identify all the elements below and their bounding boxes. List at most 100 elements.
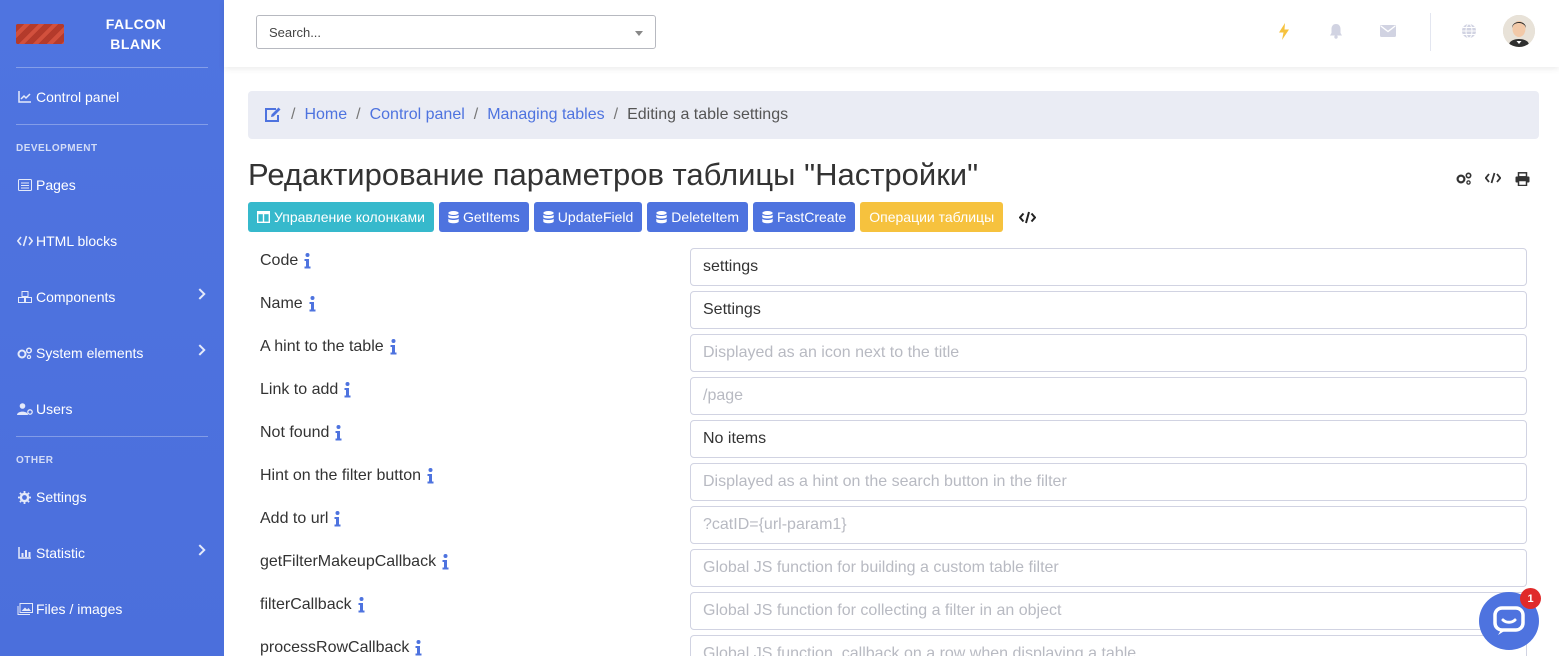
sidebar-divider bbox=[16, 124, 208, 125]
chevron-right-icon bbox=[194, 288, 206, 300]
form-row-filter-makeup: getFilterMakeupCallback Global JS functi… bbox=[248, 549, 1527, 587]
delete-item-button[interactable]: DeleteItem bbox=[647, 202, 748, 232]
label-text: getFilterMakeupCallback bbox=[260, 553, 437, 570]
breadcrumb-separator: / bbox=[356, 106, 361, 123]
sidebar-item-label: Statistic bbox=[36, 545, 86, 561]
brand[interactable]: FALCON BLANK bbox=[0, 0, 224, 67]
database-icon bbox=[543, 210, 554, 224]
hint-input[interactable]: Displayed as an icon next to the title bbox=[690, 334, 1527, 372]
search-select[interactable]: Search... bbox=[256, 15, 656, 49]
user-cog-icon bbox=[16, 402, 33, 416]
field-label: processRowCallback bbox=[260, 639, 422, 656]
label-text: Hint on the filter button bbox=[260, 467, 421, 484]
breadcrumb-separator: / bbox=[291, 106, 296, 123]
columns-button[interactable]: Управление колонками bbox=[248, 202, 434, 232]
sidebar-item-users[interactable]: Users bbox=[16, 398, 208, 420]
sidebar-item-control-panel[interactable]: Control panel bbox=[16, 86, 208, 108]
form-row-add-url: Add to url ?catID={url-param1} bbox=[248, 506, 1527, 544]
sidebar-item-pages[interactable]: Pages bbox=[16, 174, 208, 196]
topbar: Search... bbox=[224, 0, 1559, 67]
form-row-code: Code settings bbox=[248, 248, 1527, 286]
label-text: filterCallback bbox=[260, 596, 352, 613]
fast-create-button[interactable]: FastCreate bbox=[753, 202, 856, 232]
images-icon bbox=[16, 602, 33, 616]
cogs-icon bbox=[16, 346, 33, 360]
sidebar-item-label: Settings bbox=[36, 489, 87, 505]
sidebar-item-label: Users bbox=[36, 401, 73, 417]
field-label: getFilterMakeupCallback bbox=[260, 553, 449, 571]
field-label: A hint to the table bbox=[260, 338, 397, 356]
edit-icon bbox=[264, 107, 282, 123]
info-icon[interactable] bbox=[309, 296, 316, 312]
bar-chart-icon bbox=[16, 546, 33, 560]
sidebar-item-settings[interactable]: Settings bbox=[16, 486, 208, 508]
brand-line-2: BLANK bbox=[110, 36, 162, 52]
breadcrumb-current: Editing a table settings bbox=[627, 106, 789, 123]
field-label: Not found bbox=[260, 424, 342, 442]
info-icon[interactable] bbox=[344, 382, 351, 398]
sidebar-item-label: Components bbox=[36, 289, 116, 305]
title-toolbar bbox=[1455, 172, 1531, 190]
update-field-button[interactable]: UpdateField bbox=[533, 202, 643, 232]
bell-icon[interactable] bbox=[1327, 22, 1345, 40]
action-buttons: Управление колонками GetItems UpdateFiel… bbox=[248, 202, 1038, 232]
breadcrumb-separator: / bbox=[613, 106, 619, 123]
code-input[interactable]: settings bbox=[690, 248, 1527, 286]
topbar-divider bbox=[1430, 13, 1431, 51]
breadcrumb-control-panel-link[interactable]: Control panel bbox=[370, 106, 465, 124]
name-input[interactable]: Settings bbox=[690, 291, 1527, 329]
sidebar-heading-other: OTHER bbox=[16, 455, 54, 466]
print-icon[interactable] bbox=[1513, 172, 1531, 190]
bolt-icon[interactable] bbox=[1275, 22, 1293, 40]
sidebar-heading-development: DEVELOPMENT bbox=[16, 143, 98, 154]
table-operations-button[interactable]: Операции таблицы bbox=[860, 202, 1004, 232]
breadcrumb-managing-tables-link[interactable]: Managing tables bbox=[487, 106, 604, 124]
envelope-icon[interactable] bbox=[1379, 22, 1397, 40]
sidebar-item-html-blocks[interactable]: HTML blocks bbox=[16, 230, 208, 252]
info-icon[interactable] bbox=[427, 468, 434, 484]
add-url-input[interactable]: ?catID={url-param1} bbox=[690, 506, 1527, 544]
database-icon bbox=[448, 210, 459, 224]
chat-icon bbox=[1493, 606, 1525, 636]
filter-makeup-input[interactable]: Global JS function for building a custom… bbox=[690, 549, 1527, 587]
link-to-add-input[interactable]: /page bbox=[690, 377, 1527, 415]
info-icon[interactable] bbox=[304, 253, 311, 269]
label-text: Name bbox=[260, 295, 303, 312]
info-icon[interactable] bbox=[442, 554, 449, 570]
info-icon[interactable] bbox=[390, 339, 397, 355]
code-icon[interactable] bbox=[1484, 172, 1502, 190]
field-label: Link to add bbox=[260, 381, 351, 399]
sidebar: FALCON BLANK Control panel DEVELOPMENT P… bbox=[0, 0, 224, 656]
brand-name: FALCON BLANK bbox=[100, 14, 172, 54]
info-icon[interactable] bbox=[334, 511, 341, 527]
filter-callback-input[interactable]: Global JS function for collecting a filt… bbox=[690, 592, 1527, 630]
globe-icon[interactable] bbox=[1460, 22, 1478, 40]
info-icon[interactable] bbox=[358, 597, 365, 613]
code-icon[interactable] bbox=[1016, 202, 1038, 232]
process-row-input[interactable]: Global JS function, callback on a row wh… bbox=[690, 635, 1527, 656]
get-items-button[interactable]: GetItems bbox=[439, 202, 529, 232]
field-label: Add to url bbox=[260, 510, 341, 528]
list-icon bbox=[16, 178, 33, 192]
sidebar-item-statistic[interactable]: Statistic bbox=[16, 542, 208, 564]
form-row-hint-filter: Hint on the filter button Displayed as a… bbox=[248, 463, 1527, 501]
sidebar-item-label: Pages bbox=[36, 177, 76, 193]
sidebar-item-files-images[interactable]: Files / images bbox=[16, 598, 208, 620]
breadcrumb-home-link[interactable]: Home bbox=[304, 106, 347, 124]
cogs-icon[interactable] bbox=[1455, 172, 1473, 190]
gear-icon bbox=[16, 490, 33, 504]
info-icon[interactable] bbox=[335, 425, 342, 441]
sidebar-item-system-elements[interactable]: System elements bbox=[16, 342, 208, 364]
button-label: UpdateField bbox=[557, 209, 634, 225]
button-label: Управление колонками bbox=[274, 209, 425, 225]
hint-filter-input[interactable]: Displayed as a hint on the search button… bbox=[690, 463, 1527, 501]
sidebar-item-components[interactable]: Components bbox=[16, 286, 208, 308]
sidebar-item-label: Control panel bbox=[36, 89, 120, 105]
sidebar-divider bbox=[16, 67, 208, 68]
avatar[interactable] bbox=[1503, 15, 1535, 47]
chart-line-icon bbox=[16, 90, 33, 104]
brand-line-1: FALCON bbox=[105, 16, 167, 32]
info-icon[interactable] bbox=[415, 640, 422, 656]
not-found-input[interactable]: No items bbox=[690, 420, 1527, 458]
cubes-icon bbox=[16, 290, 33, 304]
